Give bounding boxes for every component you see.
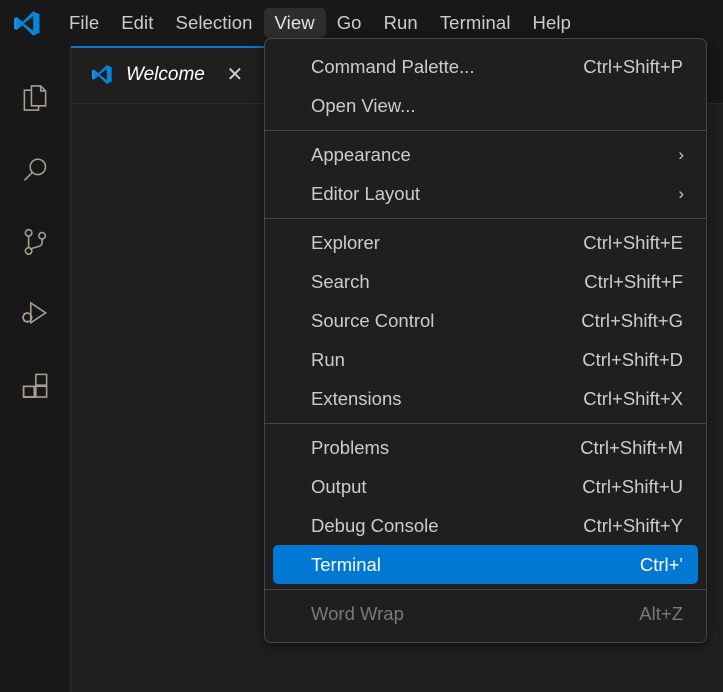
menu-item-keybinding: Ctrl+Shift+U: [582, 475, 683, 497]
menubar-item-file[interactable]: File: [58, 8, 110, 39]
menu-item-appearance[interactable]: Appearance ›: [265, 135, 706, 174]
menu-item-open-view[interactable]: Open View...: [265, 86, 706, 125]
menu-item-problems[interactable]: Problems Ctrl+Shift+M: [265, 428, 706, 467]
menu-item-label: Explorer: [311, 231, 380, 253]
menu-item-keybinding: Ctrl+': [639, 553, 683, 575]
menu-item-keybinding: Ctrl+Shift+G: [581, 309, 683, 331]
menu-item-run[interactable]: Run Ctrl+Shift+D: [265, 340, 706, 379]
sidebar-item-search[interactable]: [0, 134, 71, 206]
menu-item-label: Problems: [311, 436, 390, 458]
menu-item-keybinding: Ctrl+Shift+E: [583, 231, 683, 253]
menubar-item-terminal[interactable]: Terminal: [429, 8, 522, 39]
sidebar-item-run-and-debug[interactable]: [0, 278, 71, 350]
menubar-label-view: View: [274, 11, 315, 33]
chevron-right-icon: ›: [678, 144, 684, 164]
menu-item-label: Search: [311, 270, 370, 292]
menubar-label-edit: Edit: [121, 11, 154, 33]
menu-item-keybinding: Ctrl+Shift+X: [583, 387, 683, 409]
vscode-logo-icon: [91, 64, 113, 86]
menu-item-editor-layout[interactable]: Editor Layout ›: [265, 174, 706, 213]
sidebar-item-source-control[interactable]: [0, 206, 71, 278]
menu-item-label: Editor Layout: [311, 182, 421, 204]
tab-welcome[interactable]: Welcome ✕: [71, 46, 265, 103]
menu-item-label: Terminal: [311, 553, 381, 575]
search-icon: [18, 153, 52, 187]
menubar-item-selection[interactable]: Selection: [165, 8, 264, 39]
source-control-icon: [18, 225, 52, 259]
menu-item-label: Debug Console: [311, 514, 439, 536]
vscode-window: File Edit Selection View Go Run Terminal…: [0, 0, 723, 692]
menubar-item-go[interactable]: Go: [326, 8, 373, 39]
close-icon[interactable]: ✕: [224, 65, 246, 85]
menubar-label-file: File: [69, 11, 100, 33]
extensions-icon: [18, 369, 52, 403]
activity-bar: [0, 46, 71, 692]
menu-item-explorer[interactable]: Explorer Ctrl+Shift+E: [265, 223, 706, 262]
chevron-right-icon: ›: [678, 183, 684, 203]
menu-item-keybinding: Ctrl+Shift+M: [580, 436, 683, 458]
menubar-label-terminal: Terminal: [439, 11, 511, 33]
menubar-item-help[interactable]: Help: [522, 8, 582, 39]
menubar-item-run[interactable]: Run: [373, 8, 429, 39]
menu-item-output[interactable]: Output Ctrl+Shift+U: [265, 467, 706, 506]
menu-item-label: Output: [311, 475, 367, 497]
menu-item-label: Open View...: [311, 94, 416, 116]
view-dropdown-menu: Command Palette... Ctrl+Shift+P Open Vie…: [264, 38, 707, 643]
menu-item-debug-console[interactable]: Debug Console Ctrl+Shift+Y: [265, 506, 706, 545]
sidebar-item-extensions[interactable]: [0, 350, 71, 422]
menu-separator: [265, 218, 706, 219]
menu-item-keybinding: Alt+Z: [639, 602, 683, 624]
menu-item-label: Run: [311, 348, 345, 370]
menubar-label-selection: Selection: [175, 11, 253, 33]
menu-item-keybinding: Ctrl+Shift+F: [584, 270, 683, 292]
menu-item-keybinding: Ctrl+Shift+Y: [583, 514, 683, 536]
tab-label: Welcome: [126, 63, 205, 85]
menu-item-keybinding: Ctrl+Shift+P: [583, 55, 683, 77]
menu-separator: [265, 589, 706, 590]
menu-item-extensions[interactable]: Extensions Ctrl+Shift+X: [265, 379, 706, 418]
menu-separator: [265, 130, 706, 131]
menu-item-search[interactable]: Search Ctrl+Shift+F: [265, 262, 706, 301]
menu-item-label: Word Wrap: [311, 602, 404, 624]
menubar-label-go: Go: [336, 11, 362, 33]
menu-item-command-palette[interactable]: Command Palette... Ctrl+Shift+P: [265, 47, 706, 86]
menubar-item-view[interactable]: View: [263, 7, 326, 39]
run-debug-icon: [18, 297, 52, 331]
vscode-logo-icon: [10, 8, 44, 38]
menubar-label-run: Run: [383, 11, 418, 33]
menubar: File Edit Selection View Go Run Terminal…: [58, 7, 582, 39]
menubar-item-edit[interactable]: Edit: [110, 8, 164, 39]
menubar-label-help: Help: [532, 11, 571, 33]
menu-item-label: Source Control: [311, 309, 435, 331]
menu-item-terminal[interactable]: Terminal Ctrl+': [265, 545, 706, 584]
menu-item-keybinding: Ctrl+Shift+D: [582, 348, 683, 370]
sidebar-item-explorer[interactable]: [0, 62, 71, 134]
menu-item-word-wrap: Word Wrap Alt+Z: [265, 594, 706, 633]
menu-separator: [265, 423, 706, 424]
menu-item-source-control[interactable]: Source Control Ctrl+Shift+G: [265, 301, 706, 340]
files-icon: [18, 81, 52, 115]
menu-item-label: Extensions: [311, 387, 402, 409]
menu-item-label: Appearance: [311, 143, 411, 165]
menu-item-label: Command Palette...: [311, 55, 475, 77]
